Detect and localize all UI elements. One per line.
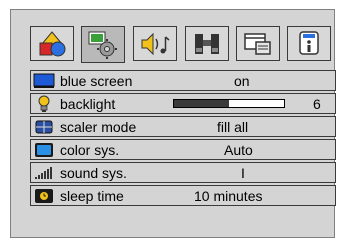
tab-sound[interactable] <box>133 26 177 61</box>
tab-search[interactable] <box>185 26 229 61</box>
info-icon <box>299 30 319 55</box>
row-value: I <box>241 164 245 181</box>
row-label: color sys. <box>60 141 120 158</box>
row-value: 10 minutes <box>194 187 263 204</box>
lightbulb-icon <box>31 94 56 113</box>
menu-row-blue-screen[interactable]: blue screen on <box>30 70 336 91</box>
menu-row-color-sys[interactable]: color sys. Auto <box>30 139 336 160</box>
row-label: sound sys. <box>60 164 127 181</box>
tab-info[interactable] <box>287 26 331 61</box>
tab-display[interactable] <box>236 26 280 61</box>
row-label: scaler mode <box>60 118 137 135</box>
menu-row-backlight[interactable]: backlight 6 <box>30 93 336 114</box>
tab-picture[interactable] <box>30 26 74 61</box>
row-label: backlight <box>60 95 116 112</box>
row-value: Auto <box>224 141 253 158</box>
settings-gear-icon <box>88 31 117 59</box>
menu-row-scaler-mode[interactable]: scaler mode fill all <box>30 116 336 137</box>
color-tv-icon <box>31 140 56 159</box>
scaler-icon <box>31 117 56 136</box>
row-label: blue screen <box>60 72 133 89</box>
row-value: 6 <box>313 95 321 112</box>
row-label: sleep time <box>60 187 124 204</box>
row-value: fill all <box>217 118 249 135</box>
tab-setup[interactable] <box>81 26 125 63</box>
signal-bars-icon <box>31 163 56 182</box>
speaker-music-icon <box>141 32 170 55</box>
menu-row-sleep-time[interactable]: sleep time 10 minutes <box>30 185 336 206</box>
menu-row-sound-sys[interactable]: sound sys. I <box>30 162 336 183</box>
osd-menu-panel: blue screen on backlight 6 scaler mode f… <box>10 9 336 238</box>
backlight-slider-fill <box>174 100 229 107</box>
shapes-icon <box>39 30 66 56</box>
binoculars-icon <box>195 33 219 54</box>
backlight-slider[interactable] <box>173 99 285 108</box>
sleep-timer-icon <box>31 186 56 205</box>
display-window-icon <box>244 32 271 55</box>
row-value: on <box>234 72 250 89</box>
blue-screen-icon <box>31 71 56 90</box>
